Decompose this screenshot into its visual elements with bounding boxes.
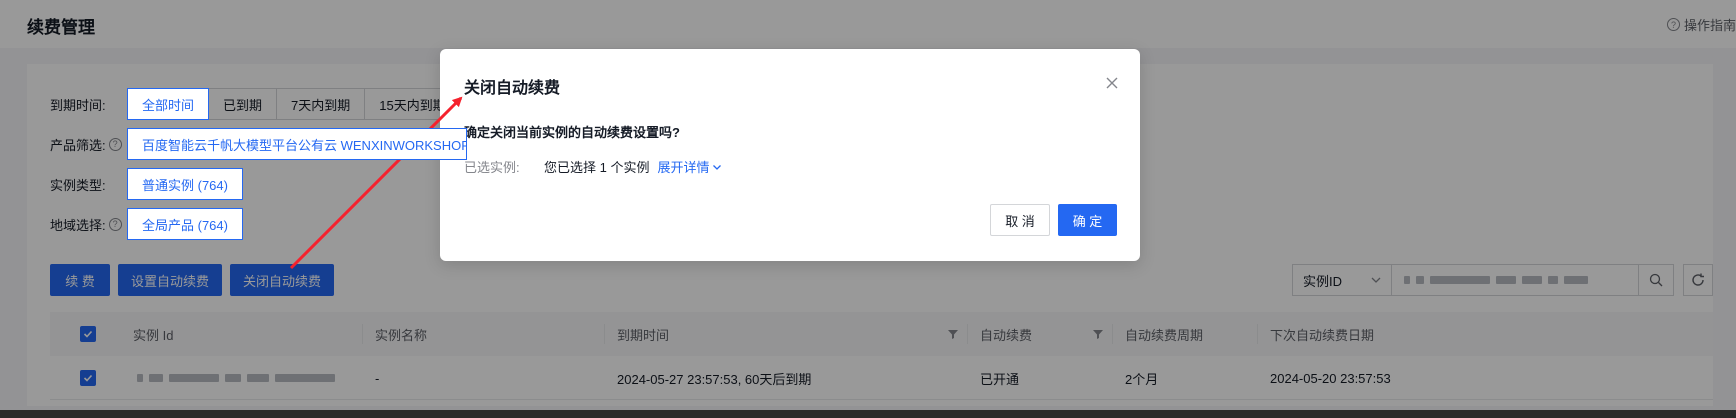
confirm-button[interactable]: 确 定: [1058, 204, 1117, 236]
selected-count-text: 您已选择 1 个实例: [544, 160, 650, 175]
close-auto-renew-dialog: 关闭自动续费 确定关闭当前实例的自动续费设置吗? 已选实例: 您已选择 1 个实…: [440, 49, 1140, 261]
selected-instances-label: 已选实例:: [464, 160, 520, 175]
product-option[interactable]: 百度智能云千帆大模型平台公有云 WENXINWORKSHOP: [127, 128, 467, 160]
dialog-title: 关闭自动续费: [464, 80, 561, 97]
chevron-down-icon: [713, 164, 722, 170]
expand-details-link[interactable]: 展开详情: [657, 157, 722, 176]
region-option[interactable]: 全局产品 (764): [127, 208, 243, 240]
dialog-question: 确定关闭当前实例的自动续费设置吗?: [464, 125, 680, 140]
bottom-bar: [0, 410, 1736, 418]
expire-option-all[interactable]: 全部时间: [127, 88, 210, 120]
cancel-button[interactable]: 取 消: [990, 204, 1050, 236]
selected-instances-value: 您已选择 1 个实例 展开详情: [544, 157, 722, 176]
close-icon[interactable]: [1104, 75, 1120, 91]
expand-details-label: 展开详情: [657, 160, 710, 175]
instance-type-option[interactable]: 普通实例 (764): [127, 168, 243, 200]
